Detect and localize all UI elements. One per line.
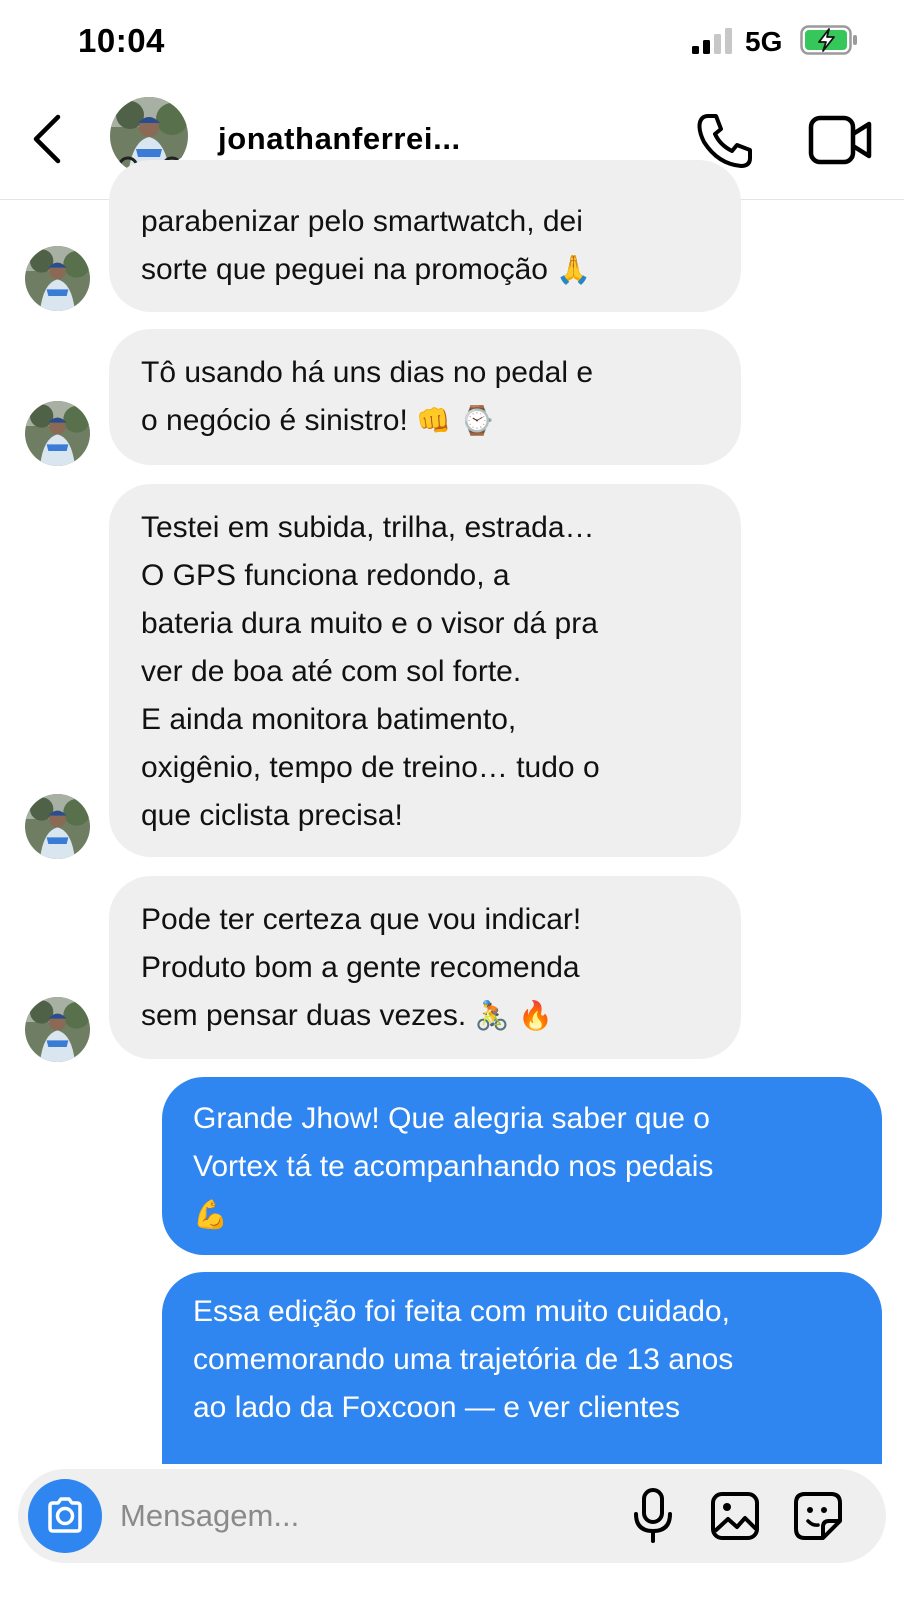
message-text: Testei em subida, trilha, estrada… O GPS… xyxy=(141,511,600,832)
battery-charging-icon xyxy=(800,25,857,55)
message-text: Grande Jhow! Que alegria saber que o Vor… xyxy=(193,1102,714,1183)
video-camera-icon[interactable] xyxy=(808,112,874,168)
message-bubble-incoming[interactable]: Pode ter certeza que vou indicar! Produt… xyxy=(109,876,741,1059)
sender-avatar[interactable] xyxy=(25,246,90,311)
avatar-photo-icon xyxy=(25,794,90,859)
message-text: Tô usando há uns dias no pedal e o negóc… xyxy=(141,356,594,437)
message-bubble-outgoing[interactable]: Essa edição foi feita com muito cuidado,… xyxy=(162,1272,882,1472)
network-label: 5G xyxy=(745,26,783,57)
fist-watch-emoji-icon: 👊 ⌚ xyxy=(416,404,495,437)
message-input[interactable] xyxy=(118,1493,572,1539)
flexed-biceps-emoji-icon: 💪 xyxy=(193,1198,228,1231)
sticker-icon[interactable] xyxy=(793,1491,843,1541)
status-time: 10:04 xyxy=(78,22,165,59)
status-bar: 10:04 5G xyxy=(0,0,904,85)
back-arrow-icon[interactable] xyxy=(26,111,72,167)
message-composer xyxy=(18,1469,886,1563)
message-bubble-incoming[interactable]: Testei em subida, trilha, estrada… O GPS… xyxy=(109,484,741,857)
sender-avatar[interactable] xyxy=(25,997,90,1062)
microphone-icon[interactable] xyxy=(631,1487,675,1545)
sender-avatar[interactable] xyxy=(25,794,90,859)
pray-emoji-icon: 🙏 xyxy=(556,253,592,286)
avatar-photo-icon xyxy=(25,401,90,466)
cyclist-fire-emoji-icon: 🚴 🔥 xyxy=(474,999,554,1032)
message-bubble-incoming[interactable]: parabenizar pelo smartwatch, dei sorte q… xyxy=(109,160,741,312)
contact-name[interactable]: jonathanferrei... xyxy=(218,121,461,157)
avatar-photo-icon xyxy=(25,997,90,1062)
camera-icon xyxy=(48,1497,82,1533)
camera-button[interactable] xyxy=(28,1479,102,1553)
gallery-icon[interactable] xyxy=(710,1491,760,1541)
avatar-photo-icon xyxy=(25,246,90,311)
sender-avatar[interactable] xyxy=(25,401,90,466)
message-bubble-incoming[interactable]: Tô usando há uns dias no pedal e o negóc… xyxy=(109,329,741,465)
message-bubble-outgoing[interactable]: Grande Jhow! Que alegria saber que o Vor… xyxy=(162,1077,882,1255)
message-text: Essa edição foi feita com muito cuidado,… xyxy=(193,1295,734,1424)
message-text: parabenizar pelo smartwatch, dei sorte q… xyxy=(141,205,583,286)
signal-icon xyxy=(692,28,732,54)
